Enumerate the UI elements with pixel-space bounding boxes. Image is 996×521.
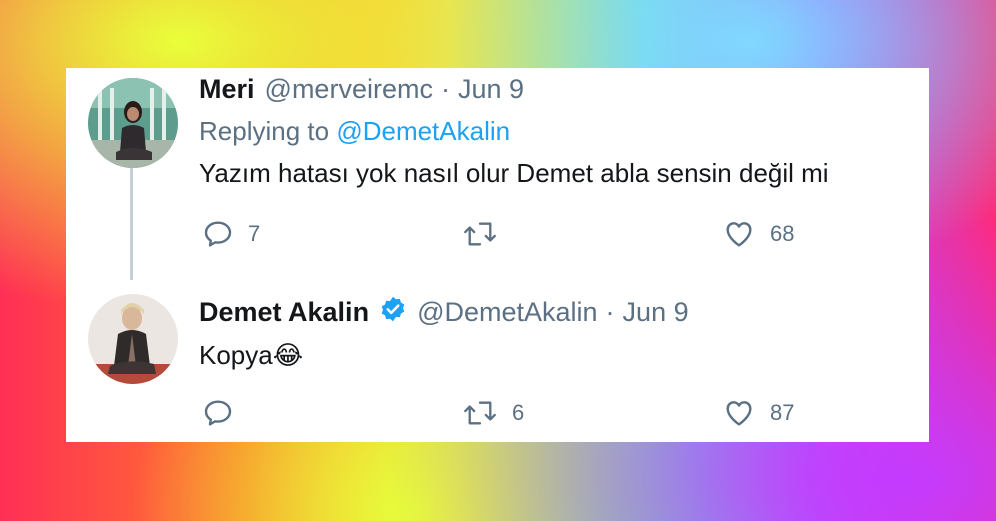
author-name[interactable]: Demet Akalin bbox=[199, 297, 369, 328]
avatar-demet-akalin[interactable] bbox=[88, 294, 178, 384]
like-button[interactable]: 68 bbox=[722, 218, 794, 250]
replying-to: Replying to @DemetAkalin bbox=[199, 116, 510, 147]
tweet-2-header: Demet Akalin @DemetAkalin · Jun 9 bbox=[199, 295, 689, 330]
retweet-count: 6 bbox=[512, 400, 525, 425]
reply-icon bbox=[204, 400, 232, 426]
author-handle[interactable]: @DemetAkalin bbox=[417, 297, 597, 328]
author-name[interactable]: Meri bbox=[199, 74, 255, 105]
like-count: 68 bbox=[770, 221, 795, 246]
author-handle[interactable]: @merveiremc bbox=[265, 74, 433, 105]
separator-dot: · bbox=[605, 297, 615, 327]
retweet-icon bbox=[464, 222, 496, 246]
retweet-icon bbox=[464, 401, 496, 425]
reply-count: 7 bbox=[248, 221, 261, 246]
separator-dot: · bbox=[440, 74, 450, 104]
thread-connector bbox=[130, 168, 133, 280]
tweet-1-header: Meri @merveiremc · Jun 9 bbox=[199, 74, 524, 105]
like-count: 87 bbox=[770, 400, 795, 425]
reply-icon bbox=[204, 221, 232, 247]
avatar-meri[interactable] bbox=[88, 78, 178, 168]
like-icon bbox=[726, 222, 752, 247]
verified-badge-icon bbox=[379, 295, 407, 330]
replying-to-label: Replying to bbox=[199, 116, 330, 146]
tweet-text: Kopya😂 bbox=[199, 340, 304, 370]
reply-button[interactable]: 7 bbox=[202, 218, 260, 250]
tweet-date[interactable]: Jun 9 bbox=[623, 297, 689, 328]
like-button[interactable]: 87 bbox=[722, 397, 794, 429]
reply-button[interactable] bbox=[202, 397, 248, 429]
replying-to-mention[interactable]: @DemetAkalin bbox=[336, 116, 510, 146]
tweet-text: Yazım hatası yok nasıl olur Demet abla s… bbox=[199, 158, 829, 188]
like-icon bbox=[726, 401, 752, 426]
retweet-button[interactable]: 6 bbox=[462, 397, 524, 429]
retweet-button[interactable] bbox=[462, 218, 512, 250]
tweet-date[interactable]: Jun 9 bbox=[458, 74, 524, 105]
